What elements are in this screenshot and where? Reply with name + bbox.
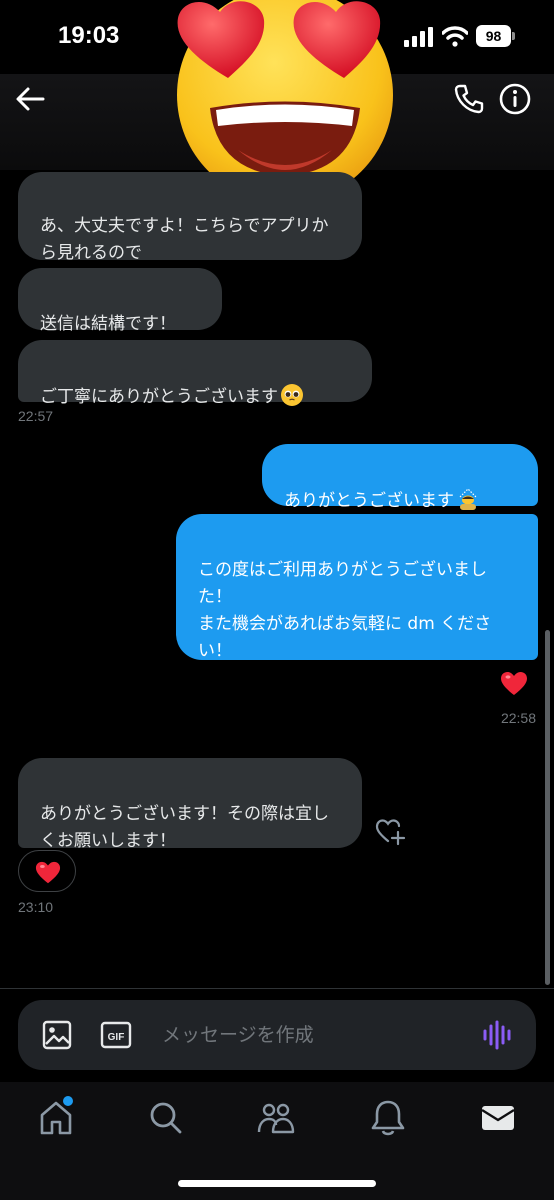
info-icon[interactable] bbox=[498, 82, 532, 116]
tab-messages[interactable] bbox=[478, 1098, 518, 1138]
message-text: ありがとうございます！その際は宜しくお願いします！ bbox=[40, 804, 329, 851]
message-composer: GIF bbox=[18, 1000, 536, 1070]
message-bubble-incoming[interactable]: 送信は結構です！ bbox=[18, 268, 222, 334]
voice-wave-icon[interactable] bbox=[480, 1018, 514, 1052]
message-bubble-incoming[interactable]: ご丁寧にありがとうございます bbox=[18, 340, 372, 407]
mail-icon bbox=[481, 1106, 515, 1130]
battery-indicator: 98 bbox=[476, 25, 516, 47]
community-icon bbox=[257, 1103, 295, 1134]
gif-icon[interactable]: GIF bbox=[100, 1020, 132, 1050]
tab-home[interactable] bbox=[36, 1096, 76, 1138]
message-bubble-incoming[interactable]: あ、大丈夫ですよ！こちらでアプリから見れるので bbox=[18, 172, 362, 263]
image-icon[interactable] bbox=[42, 1020, 72, 1050]
message-text: あ、大丈夫ですよ！こちらでアプリから見れるので bbox=[40, 216, 329, 263]
message-text: ご丁寧にありがとうございます bbox=[40, 387, 278, 407]
message-list[interactable]: あ、大丈夫ですよ！こちらでアプリから見れるので 送信は結構です！ ご丁寧にありが… bbox=[0, 170, 554, 988]
home-indicator[interactable] bbox=[178, 1180, 376, 1187]
message-timestamp: 22:58 bbox=[500, 710, 536, 726]
phone-icon[interactable] bbox=[452, 82, 486, 116]
bottom-tab-bar bbox=[0, 1082, 554, 1200]
svg-text:GIF: GIF bbox=[108, 1032, 125, 1043]
scrollbar[interactable] bbox=[545, 630, 550, 985]
wifi-icon bbox=[442, 26, 468, 47]
message-bubble-outgoing[interactable]: この度はご利用ありがとうございました！ また機会があればお気軽に dm ください… bbox=[176, 514, 538, 661]
pleading-face-emoji bbox=[281, 384, 303, 406]
message-timestamp: 22:57 bbox=[18, 408, 54, 424]
message-input[interactable] bbox=[162, 1018, 462, 1052]
search-icon bbox=[150, 1102, 182, 1134]
message-bubble-outgoing[interactable]: ありがとうございます bbox=[262, 444, 538, 511]
add-reaction-icon[interactable] bbox=[374, 816, 408, 846]
message-text: この度はご利用ありがとうございました！ また機会があればお気軽に dm ください… bbox=[198, 560, 492, 661]
divider bbox=[0, 988, 554, 989]
tab-search[interactable] bbox=[146, 1098, 186, 1138]
red-heart-emoji bbox=[35, 861, 61, 884]
message-bubble-incoming[interactable]: ありがとうございます！その際は宜しくお願いします！ bbox=[18, 758, 362, 851]
bowing-person-emoji bbox=[459, 488, 477, 510]
notification-dot bbox=[63, 1096, 73, 1106]
tab-communities[interactable] bbox=[256, 1098, 296, 1138]
message-text: ありがとうございます bbox=[284, 491, 454, 511]
notification-bell-icon bbox=[371, 1100, 405, 1136]
reaction-pill[interactable] bbox=[18, 850, 76, 892]
message-timestamp: 23:10 bbox=[18, 899, 54, 915]
battery-level: 98 bbox=[476, 25, 511, 47]
red-heart-emoji[interactable] bbox=[500, 670, 528, 698]
arrow-left-icon[interactable] bbox=[12, 84, 48, 114]
message-text: 送信は結構です！ bbox=[40, 314, 176, 334]
cellular-signal-icon bbox=[404, 27, 433, 47]
status-time: 19:03 bbox=[58, 22, 120, 49]
tab-notifications[interactable] bbox=[368, 1098, 408, 1138]
